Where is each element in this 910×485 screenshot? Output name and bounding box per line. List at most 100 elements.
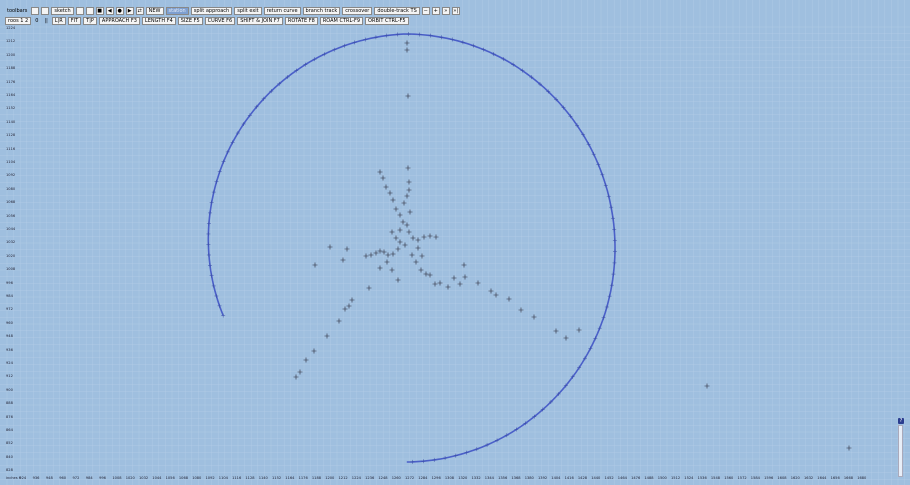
help-button[interactable]: ? (898, 418, 904, 424)
lr-button[interactable]: L|R (51, 16, 66, 25)
orbit-button[interactable]: ORBIT CTRL-F5 (365, 16, 409, 25)
y-axis-label: 1080 (6, 186, 16, 191)
end-icon[interactable]: »| (451, 6, 460, 15)
track-tick (604, 304, 609, 309)
x-axis-label: 936 (32, 476, 40, 480)
y-axis-label: 1116 (6, 146, 16, 151)
track-tick (209, 273, 214, 278)
shift-join-button[interactable]: SHIFT & JOIN F7 (237, 16, 283, 25)
return-curve-button[interactable]: return curve (263, 6, 301, 15)
arrow-left-icon[interactable]: ◀ (105, 6, 114, 15)
y-axis-label: 1044 (6, 227, 16, 231)
x-axis-label: 1356 (498, 476, 508, 480)
y-axis-label: 888 (6, 401, 13, 406)
track-tick (603, 183, 608, 188)
y-axis-label: 828 (6, 468, 13, 473)
cross-marker (518, 307, 524, 313)
undo-icon[interactable] (41, 6, 50, 15)
arrow-right-icon[interactable]: ▶ (125, 6, 134, 15)
toolbar: toolbars sketch ■ ◀ ● ▶ ⇄ NEW station split appro… (5, 6, 460, 25)
x-axis-label: 1440 (591, 476, 601, 480)
track-tick (601, 315, 606, 320)
double-track-button[interactable]: double-track TS (374, 6, 420, 15)
y-axis-label: 996 (6, 280, 13, 285)
x-axis-label: 1248 (378, 476, 388, 480)
plus-icon[interactable]: + (431, 6, 440, 15)
x-axis-label: 924 (19, 476, 27, 480)
cross-marker (397, 239, 403, 245)
x-axis-label: 1176 (298, 476, 308, 480)
zero-button: 0 (35, 17, 39, 24)
track-tick (611, 272, 616, 277)
curve-button[interactable]: CURVE F6 (204, 16, 236, 25)
track-tick (612, 227, 617, 232)
track-tick (432, 457, 437, 462)
x-axis-label: 1212 (338, 476, 348, 480)
square-icon[interactable]: ■ (95, 6, 104, 15)
cross-marker (293, 374, 299, 380)
x-axis-label: 1056 (165, 476, 175, 480)
tp-button[interactable]: T|P (83, 16, 97, 25)
x-axis-label: 1380 (524, 476, 534, 480)
new-button[interactable]: NEW (145, 6, 164, 15)
x-axis-label: 1116 (232, 476, 242, 480)
cross-marker (384, 259, 390, 265)
toolbars-button: toolbars (7, 7, 28, 14)
y-axis-label: 1152 (6, 106, 16, 111)
x-axis-label: 1236 (365, 476, 375, 480)
x-axis-label: 1032 (139, 476, 149, 480)
cross-marker (437, 280, 443, 286)
x-axis-label: 1632 (804, 476, 814, 480)
track-tick (352, 40, 357, 45)
track-tick (609, 283, 614, 288)
cross-marker (393, 206, 399, 212)
swap-icon[interactable]: ⇄ (135, 6, 144, 15)
size-button[interactable]: SIZE F5 (177, 16, 203, 25)
cross-marker (493, 292, 499, 298)
y-axis-label: 1224 (6, 26, 16, 30)
drawing-canvas[interactable] (0, 0, 910, 485)
x-axis-label: 1524 (684, 476, 694, 480)
grid (0, 0, 910, 485)
split-exit-button[interactable]: split exit (234, 6, 262, 15)
station-button[interactable]: station (165, 6, 189, 15)
y-axis-label: 948 (6, 334, 13, 339)
y-axis-label: 972 (6, 307, 13, 312)
y-axis-label: 1056 (6, 213, 16, 218)
cross-marker (390, 251, 396, 257)
roam-button[interactable]: ROAM CTRL-F9 (319, 16, 364, 25)
track-curve[interactable] (206, 32, 617, 464)
track-tick (460, 40, 465, 45)
x-axis-label: 1284 (418, 476, 428, 480)
track-tick (206, 231, 211, 236)
rotate-button[interactable]: ROTATE F8 (284, 16, 318, 25)
x-axis-label: 948 (45, 476, 53, 480)
y-axis-label: 924 (6, 361, 13, 365)
x-axis-label: 1080 (192, 476, 202, 480)
approach-button[interactable]: APPROACH F3 (98, 16, 140, 25)
minus-icon[interactable]: − (421, 6, 430, 15)
split-approach-button[interactable]: split approach (190, 6, 233, 15)
pointer-icon[interactable] (75, 6, 84, 15)
y-axis-label: 1032 (6, 240, 16, 245)
x-axis-label: 1656 (830, 476, 840, 480)
vertical-scrollbar[interactable] (898, 425, 903, 477)
crossover-button[interactable]: crossover (342, 6, 373, 15)
sketch-button[interactable]: sketch (51, 6, 74, 15)
arrow-dot-icon[interactable]: ● (115, 6, 124, 15)
color-swatch-icon[interactable] (31, 6, 40, 15)
cross-marker (389, 267, 395, 273)
cross-marker (324, 333, 330, 339)
x-axis-label: 1044 (152, 476, 162, 480)
track-tick (450, 37, 455, 42)
x-axis-label: 1188 (311, 476, 322, 480)
length-button[interactable]: LENGTH F4 (141, 16, 176, 25)
roos-button[interactable]: roos 1 2 (5, 16, 32, 25)
x-axis-label: 1428 (577, 476, 588, 480)
fast-fwd-icon[interactable]: » (441, 6, 450, 15)
branch-track-button[interactable]: branch track (302, 6, 341, 15)
cross-marker (406, 179, 412, 185)
fit-button[interactable]: FIT (67, 16, 82, 25)
toolbar-row-2: roos 1 2 0 || L|R FIT T|P APPROACH F3 LENGTH F4… (5, 16, 460, 25)
zoom-icon[interactable] (85, 6, 94, 15)
